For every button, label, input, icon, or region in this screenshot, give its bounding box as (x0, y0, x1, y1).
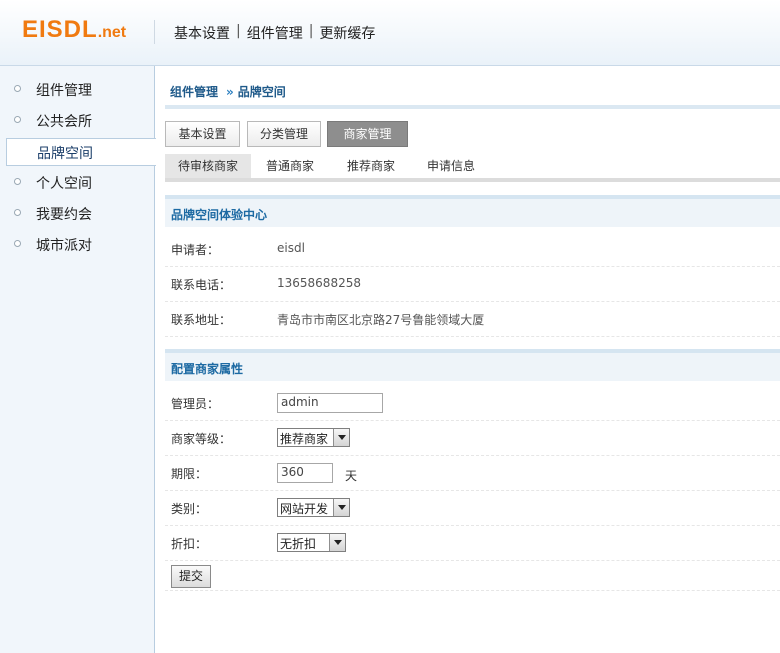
field-label: 期限： (171, 467, 208, 481)
chevron-down-icon[interactable] (333, 429, 349, 446)
top-nav: 基本设置 | 组件管理 | 更新缓存 (174, 23, 375, 43)
breadcrumb-parent[interactable]: 组件管理 (170, 85, 218, 99)
select-value: 推荐商家 (280, 432, 329, 446)
info-row-address: 联系地址： 青岛市市南区北京路27号鲁能领域大厦 (165, 302, 780, 337)
field-label: 商家等级： (171, 432, 232, 446)
sidebar-item-label: 城市派对 (36, 238, 92, 254)
topnav-divider: | (236, 23, 241, 39)
subtab-pending-merchants[interactable]: 待审核商家 (165, 154, 251, 178)
config-row-category: 类别： 网站开发 (165, 491, 780, 526)
sidebar-item-label: 个人空间 (36, 176, 92, 192)
section-title: 品牌空间体验中心 (171, 208, 268, 222)
field-label: 联系地址： (171, 313, 232, 327)
divider (165, 590, 780, 591)
info-row-phone: 联系电话： 13658688258 (165, 267, 780, 302)
section-title: 配置商家属性 (171, 362, 244, 376)
submit-button[interactable]: 提交 (171, 565, 211, 588)
config-section-header: 配置商家属性 (165, 349, 780, 381)
config-row-level: 商家等级： 推荐商家 (165, 421, 780, 456)
field-label: 折扣： (171, 537, 208, 551)
bullet-icon (14, 85, 21, 92)
field-label: 联系电话： (171, 278, 232, 292)
topnav-update-cache[interactable]: 更新缓存 (319, 23, 375, 43)
sidebar-item-city-party[interactable]: 城市派对 (0, 231, 155, 259)
subtab-regular-merchants[interactable]: 普通商家 (251, 154, 329, 178)
merchant-level-select[interactable]: 推荐商家 (277, 428, 350, 447)
field-label: 申请者： (171, 243, 220, 257)
discount-select[interactable]: 无折扣 (277, 533, 346, 552)
topnav-basic-settings[interactable]: 基本设置 (174, 23, 230, 43)
bullet-icon (14, 240, 21, 247)
select-value: 网站开发 (280, 502, 329, 516)
bullet-icon (14, 116, 21, 123)
sidebar-item-label: 组件管理 (36, 83, 92, 99)
sidebar: 组件管理 公共会所 品牌空间 个人空间 我要约会 城市派对 (0, 66, 156, 653)
topnav-component-management[interactable]: 组件管理 (247, 23, 303, 43)
field-value: 青岛市市南区北京路27号鲁能领域大厦 (277, 313, 485, 327)
info-section-header: 品牌空间体验中心 (165, 195, 780, 227)
breadcrumb-current: 品牌空间 (237, 85, 286, 99)
sidebar-item-component-management[interactable]: 组件管理 (0, 76, 155, 104)
main-content: 组件管理 » 品牌空间 基本设置 分类管理 商家管理 待审核商家 普通商家 推荐商家… (156, 66, 780, 653)
field-value: 13658688258 (277, 276, 361, 290)
config-row-period: 期限： 360 天 (165, 456, 780, 491)
sidebar-item-public-club[interactable]: 公共会所 (0, 107, 155, 135)
logo-main: EISDL (22, 16, 98, 43)
subtab-recommended-merchants[interactable]: 推荐商家 (331, 154, 411, 178)
logo[interactable]: EISDL.net (22, 16, 126, 44)
tab-category-management[interactable]: 分类管理 (247, 121, 321, 147)
period-input[interactable]: 360 (277, 463, 333, 483)
topnav-divider: | (308, 23, 314, 39)
field-label: 管理员： (171, 397, 220, 411)
info-row-applicant: 申请者： eisdl (165, 232, 780, 267)
chevron-down-icon[interactable] (329, 534, 345, 551)
config-row-discount: 折扣： 无折扣 (165, 526, 780, 561)
sidebar-item-label: 我要约会 (36, 207, 92, 223)
field-value: eisdl (277, 241, 305, 255)
sidebar-item-label: 品牌空间 (37, 146, 93, 162)
sidebar-item-brand-space[interactable]: 品牌空间 (6, 138, 156, 166)
sidebar-item-personal-space[interactable]: 个人空间 (0, 169, 155, 197)
tab-merchant-management[interactable]: 商家管理 (327, 121, 408, 147)
config-row-admin: 管理员： admin (165, 386, 780, 421)
chevron-down-icon[interactable] (333, 499, 349, 516)
breadcrumb: 组件管理 » 品牌空间 (170, 83, 286, 100)
bullet-icon (14, 209, 21, 216)
logo-suffix: .net (97, 24, 127, 41)
tab-basic-settings[interactable]: 基本设置 (165, 121, 240, 147)
subtab-bar: 待审核商家 普通商家 推荐商家 申请信息 (165, 154, 780, 182)
logo-divider (154, 20, 155, 44)
divider (165, 105, 780, 109)
header: EISDL.net 基本设置 | 组件管理 | 更新缓存 (0, 0, 780, 66)
sidebar-item-dating[interactable]: 我要约会 (0, 200, 155, 228)
sidebar-item-label: 公共会所 (36, 114, 92, 130)
period-unit: 天 (345, 469, 358, 483)
field-label: 类别： (171, 502, 208, 516)
bullet-icon (14, 178, 21, 185)
admin-input[interactable]: admin (277, 393, 383, 413)
subtab-application-info[interactable]: 申请信息 (411, 154, 491, 178)
select-value: 无折扣 (280, 537, 317, 551)
breadcrumb-separator: » (226, 85, 234, 99)
category-select[interactable]: 网站开发 (277, 498, 350, 517)
